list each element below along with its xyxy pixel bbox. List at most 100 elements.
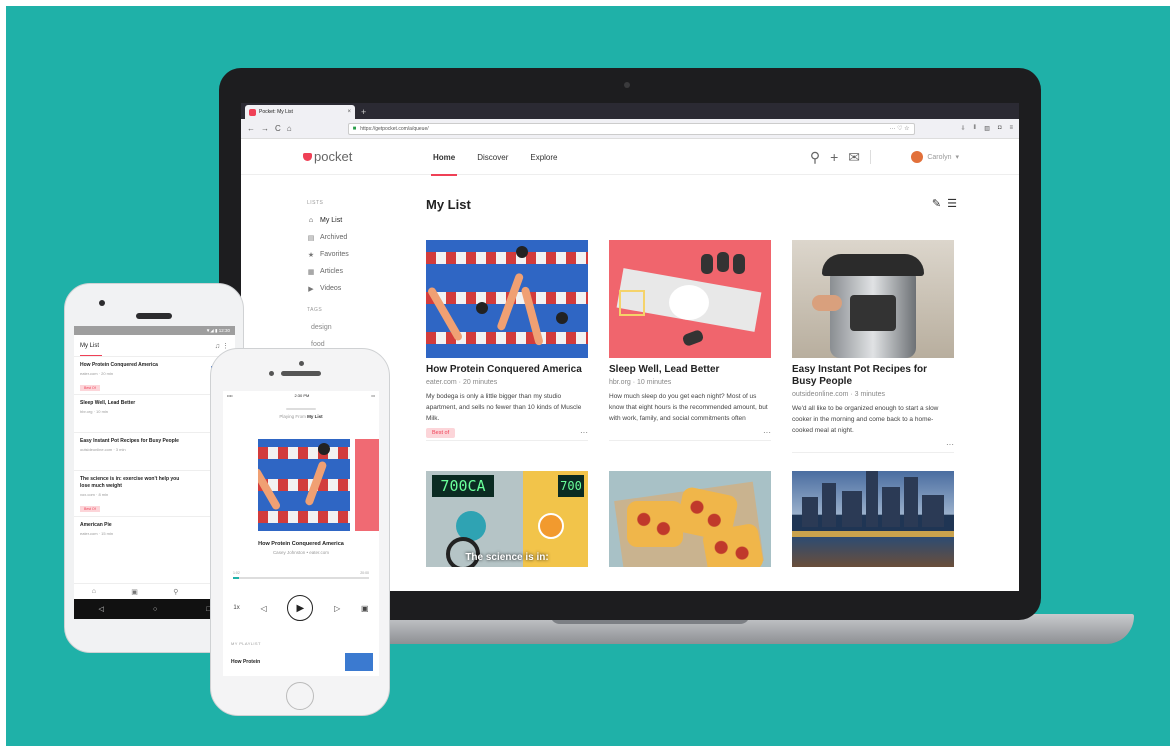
search-icon[interactable]: ⚲ [810,149,820,166]
article-card[interactable]: Easy Instant Pot Recipes for Busy People… [792,240,954,453]
article-grid: How Protein Conquered America eater.com … [426,240,956,567]
page-title: My List [426,197,471,212]
phone-camera [99,300,105,306]
phone-speaker [281,371,321,376]
card-meta: hbr.org · 10 minutes [609,379,672,386]
progress-slider[interactable] [233,577,369,579]
sidebar-item-videos[interactable]: ▶ Videos [307,280,383,297]
card-title[interactable]: Easy Instant Pot Recipes for Busy People [792,364,954,388]
sheet-handle[interactable] [286,408,316,410]
android-title: My List [80,342,100,349]
player-controls: 1x ◁ ▶ ▷ ▣ [223,595,379,621]
sidebar-item-favorites[interactable]: ★ Favorites [307,246,383,263]
browser-tab-bar: Pocket: My List × + [241,103,1019,119]
nav-discover[interactable]: Discover [477,153,508,162]
home-icon[interactable]: ⌂ [92,588,96,595]
more-icon[interactable]: ··· [580,428,588,437]
image-caption: The science is in: [465,552,549,563]
article-icon: ▦ [307,268,315,276]
page-actions-icon[interactable]: ··· ♡ ☆ [889,125,909,132]
browser-toolbar: ← → C ⌂ ■ https://getpocket.com/a/queue/… [241,119,1019,139]
chevron-down-icon: ▾ [955,154,959,161]
protein-illustration [426,240,588,358]
more-icon[interactable]: ··· [946,440,954,449]
user-name: Carolyn [927,153,952,161]
pocket-nav: Home Discover Explore [430,139,557,176]
instant-pot-photo [792,240,954,358]
menu-icon[interactable]: ≡ [1009,125,1013,132]
pocket-logo-icon [303,152,312,161]
tab-close-icon[interactable]: × [347,109,351,115]
sidebar-item-my-list[interactable]: ⌂ My List [307,212,383,229]
archive-icon[interactable]: ▣ [131,588,138,596]
next-album-art [355,439,379,531]
speed-button[interactable]: 1x [233,605,239,611]
inbox-icon[interactable]: ✉ [848,149,860,166]
status-bar: ▼◢ ▮ 12:30 [74,326,235,335]
song-title: How Protein Conquered America [258,541,344,547]
article-card[interactable]: 700CA 700 The science is in: [426,471,588,567]
address-bar[interactable]: ■ https://getpocket.com/a/queue/ ··· ♡ ☆ [347,122,915,135]
list-view-icon[interactable]: ☰ [947,197,957,210]
add-icon[interactable]: + [830,149,838,165]
best-of-badge[interactable]: Best of [426,427,456,438]
phone-camera [299,361,304,366]
article-card[interactable] [609,471,771,567]
forward-icon[interactable]: → [261,124,269,133]
back-icon[interactable]: ◁ [99,605,104,613]
status-bar: •••• 2:30 PM ▭ [227,393,375,398]
card-title[interactable]: Sleep Well, Lead Better [609,364,771,376]
playlist-item[interactable]: How Protein [231,659,260,665]
browser-tab[interactable]: Pocket: My List × [245,105,355,119]
user-menu[interactable]: Carolyn ▾ [911,139,959,175]
edit-icon[interactable]: ✎ [932,197,941,210]
sleep-illustration [609,240,771,358]
card-title[interactable]: How Protein Conquered America [426,364,588,376]
android-header: My List ♫ ⋮ [74,335,235,357]
time-labels: 1:02 20:00 [233,571,369,575]
phone-sensor [269,371,274,376]
headphones-icon[interactable]: ♫ ⋮ [215,342,229,350]
downloads-icon[interactable]: ⇩ [961,125,966,132]
pocket-icon[interactable]: ◘ [998,125,1002,132]
avatar [911,151,924,163]
lock-icon: ■ [352,125,357,132]
playlist-heading: MY PLAYLIST [231,641,261,646]
article-card[interactable]: How Protein Conquered America eater.com … [426,240,588,453]
phone-speaker [136,313,172,319]
search-icon[interactable]: ⚲ [173,588,178,596]
pocket-logo[interactable]: pocket [303,149,352,164]
city-photo [792,471,954,567]
home-icon[interactable]: ⌂ [287,124,292,133]
home-icon: ⌂ [308,217,314,224]
home-button-icon[interactable]: ○ [153,606,157,613]
new-tab-icon[interactable]: + [361,107,366,117]
battery-icon: ▭ [371,393,375,398]
best-of-badge: Best Of [80,385,100,391]
play-button[interactable]: ▶ [287,595,314,621]
forward-icon[interactable]: ▷ [334,604,340,613]
laptop-camera [624,82,630,88]
more-icon[interactable]: ··· [763,428,771,437]
star-icon: ★ [307,251,315,259]
exercise-photo: 700CA 700 The science is in: [426,471,588,567]
library-icon[interactable]: ⦀ [974,125,977,132]
pocket-sidebar: LISTS ⌂ My List ▤ Archived ★ Favorites ▦… [303,200,383,353]
sidebar-item-articles[interactable]: ▦ Articles [307,263,383,280]
pocket-favicon-icon [249,108,256,116]
tag-design[interactable]: design [311,319,383,336]
article-card[interactable]: Sleep Well, Lead Better hbr.org · 10 min… [609,240,771,453]
sidebar-icon[interactable]: ▥ [984,125,990,132]
reload-icon[interactable]: C [275,124,281,133]
card-meta: outsideonline.com · 3 minutes [792,391,885,398]
nav-explore[interactable]: Explore [530,153,557,162]
card-excerpt: How much sleep do you get each night? Mo… [609,393,768,422]
article-card[interactable] [792,471,954,567]
archive-icon: ▤ [307,234,315,242]
back-icon[interactable]: ← [247,124,255,133]
archive-icon[interactable]: ▣ [361,604,369,613]
sidebar-item-archived[interactable]: ▤ Archived [307,229,383,246]
home-button[interactable] [286,682,314,710]
nav-home[interactable]: Home [430,153,458,176]
rewind-icon[interactable]: ◁ [260,604,266,613]
